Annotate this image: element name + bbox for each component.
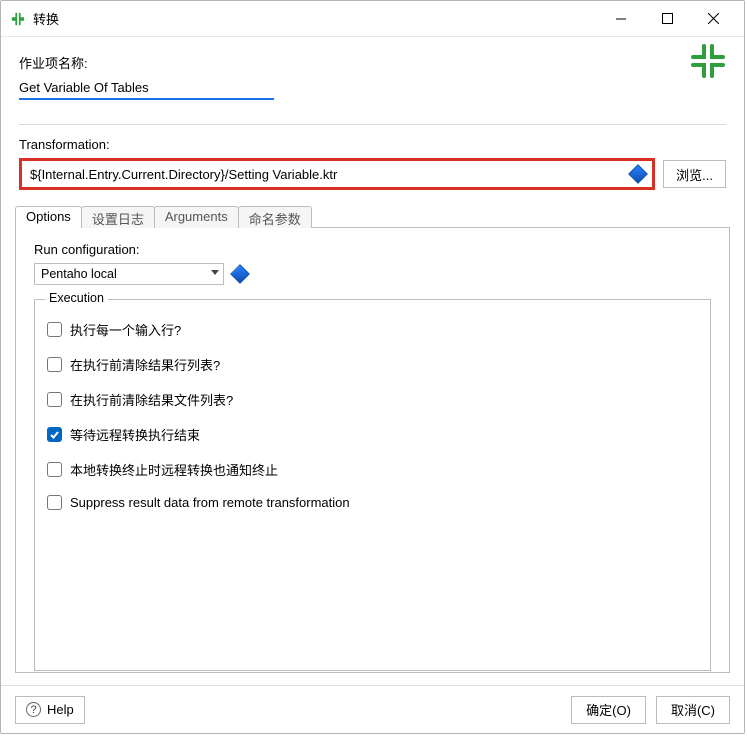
checkbox-label: 在执行前清除结果文件列表? [70,390,233,409]
checkbox-row-clear-result-files[interactable]: 在执行前清除结果文件列表? [47,390,698,409]
maximize-button[interactable] [644,4,690,34]
transformation-input[interactable]: ${Internal.Entry.Current.Directory}/Sett… [19,158,655,190]
help-icon: ? [26,702,41,717]
checkbox-label: 等待远程转换执行结束 [70,425,200,444]
header-section: 作业项名称: [1,37,744,110]
checkbox-row-execute-per-input[interactable]: 执行每一个输入行? [47,320,698,339]
bottom-bar: ? Help 确定(O) 取消(C) [1,685,744,733]
execution-fieldset: Execution 执行每一个输入行? 在执行前清除结果行列表? 在执行前清除结… [34,299,711,671]
app-icon [11,12,25,26]
checkbox-label: 本地转换终止时远程转换也通知终止 [70,460,278,479]
close-button[interactable] [690,4,736,34]
tab-strip: Options 设置日志 Arguments 命名参数 [15,206,730,228]
minimize-button[interactable] [598,4,644,34]
checkbox-label: Suppress result data from remote transfo… [70,495,350,510]
titlebar: 转换 [1,1,744,37]
transformation-label: Transformation: [19,137,726,152]
checkbox[interactable] [47,357,62,372]
checkbox[interactable] [47,462,62,477]
checkbox[interactable] [47,392,62,407]
job-name-input[interactable] [19,78,274,100]
dialog-window: 转换 作业项名称: Transforma [0,0,745,734]
checkbox[interactable] [47,427,62,442]
variable-indicator-icon [232,266,249,283]
checkbox-row-local-abort-remote[interactable]: 本地转换终止时远程转换也通知终止 [47,460,698,479]
help-label: Help [47,702,74,717]
checkbox-row-wait-remote[interactable]: 等待远程转换执行结束 [47,425,698,444]
tab-options[interactable]: Options [15,206,82,228]
cancel-button[interactable]: 取消(C) [656,696,730,724]
run-configuration-value: Pentaho local [41,267,117,281]
collapse-icon [690,43,726,82]
run-configuration-select[interactable]: Pentaho local [34,263,224,285]
window-title: 转换 [33,9,598,28]
variable-indicator-icon [630,166,647,183]
execution-legend: Execution [45,291,108,305]
tab-logging[interactable]: 设置日志 [81,206,155,228]
checkbox-row-clear-result-rows[interactable]: 在执行前清除结果行列表? [47,355,698,374]
transformation-value: ${Internal.Entry.Current.Directory}/Sett… [30,167,630,182]
ok-button[interactable]: 确定(O) [571,696,646,724]
tab-container: Options 设置日志 Arguments 命名参数 Run configur… [15,206,730,674]
tab-panel-options: Run configuration: Pentaho local Executi… [15,227,730,673]
tab-arguments[interactable]: Arguments [154,206,239,228]
chevron-down-icon [211,270,219,275]
checkbox[interactable] [47,495,62,510]
run-configuration-label: Run configuration: [34,242,711,257]
job-name-label: 作业项名称: [19,53,726,72]
checkbox-label: 在执行前清除结果行列表? [70,355,220,374]
checkbox-row-suppress-result[interactable]: Suppress result data from remote transfo… [47,495,698,510]
browse-button[interactable]: 浏览... [663,160,726,188]
help-button[interactable]: ? Help [15,696,85,724]
tab-named-params[interactable]: 命名参数 [238,206,312,228]
transformation-section: Transformation: ${Internal.Entry.Current… [1,125,744,190]
checkbox-label: 执行每一个输入行? [70,320,181,339]
checkbox[interactable] [47,322,62,337]
